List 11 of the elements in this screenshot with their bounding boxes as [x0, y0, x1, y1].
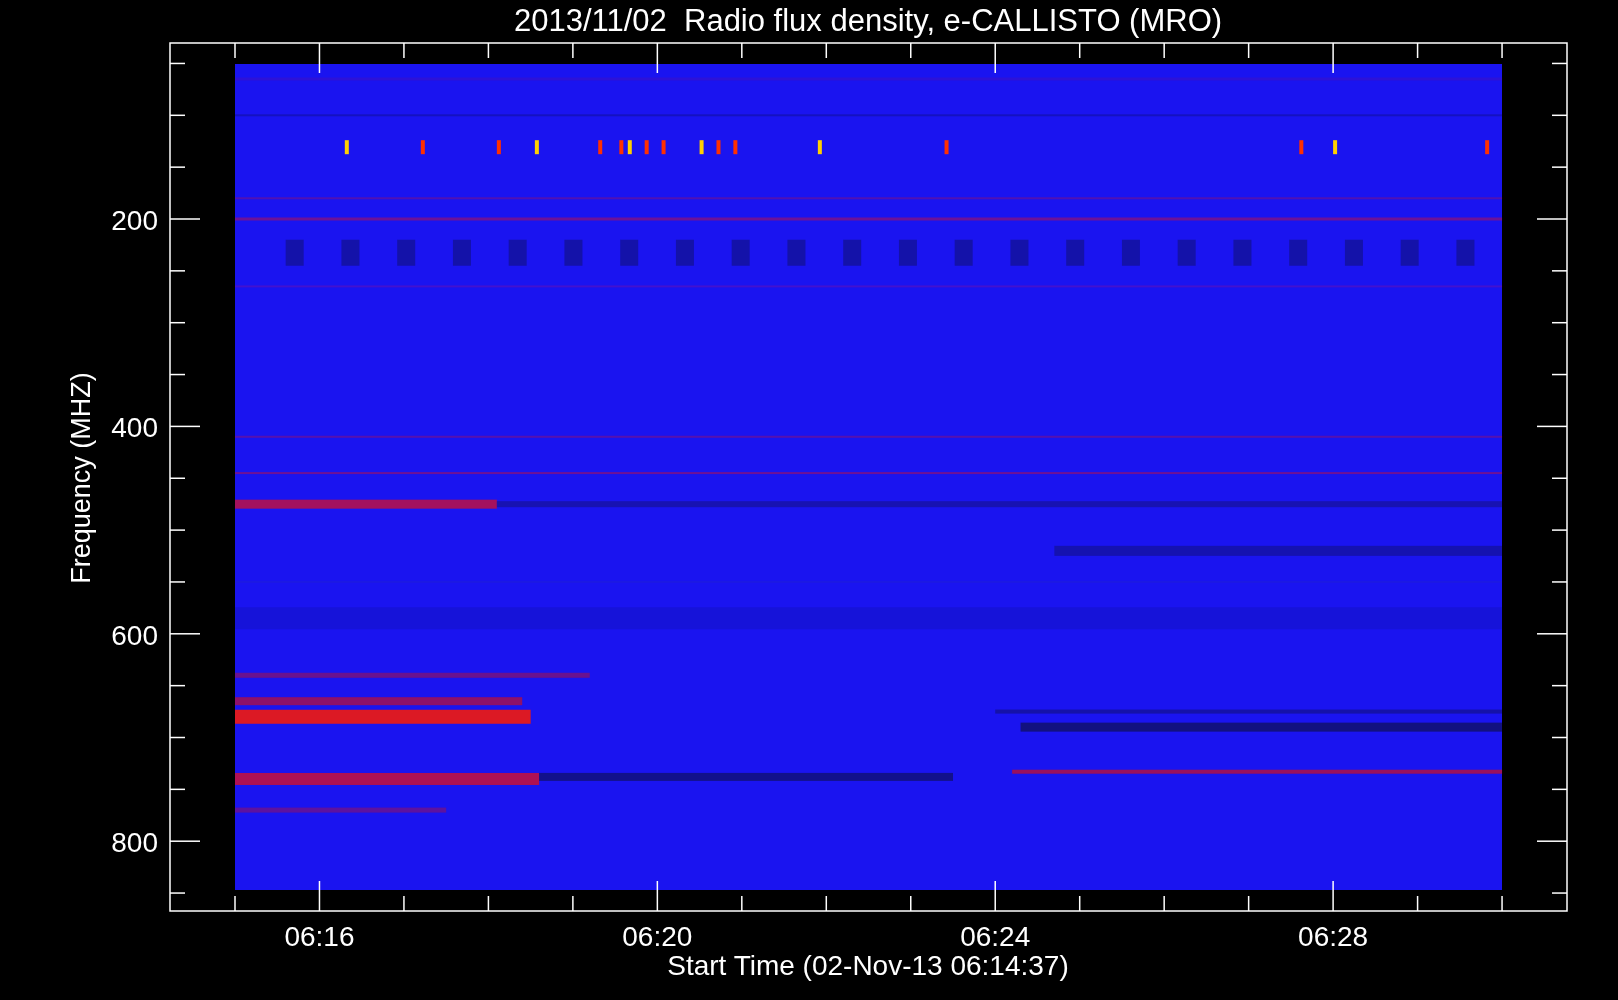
x-tick-label: 06:16: [284, 921, 355, 952]
x-tick-label: 06:20: [622, 921, 693, 952]
x-tick-label: 06:28: [1298, 921, 1369, 952]
chart-title: 2013/11/02 Radio flux density, e-CALLISTO (MRO): [513, 3, 1223, 38]
x-tick-label: 06:24: [960, 921, 1031, 952]
y-tick-label: 400: [111, 412, 158, 444]
y-tick-label: 600: [111, 619, 158, 651]
y-tick-label: 800: [111, 827, 158, 859]
y-tick-label: 200: [111, 205, 158, 236]
y-axis-label: Frequency (MHZ): [66, 372, 96, 584]
x-axis-label: Start Time (02-Nov-13 06:14:37): [667, 950, 1069, 981]
